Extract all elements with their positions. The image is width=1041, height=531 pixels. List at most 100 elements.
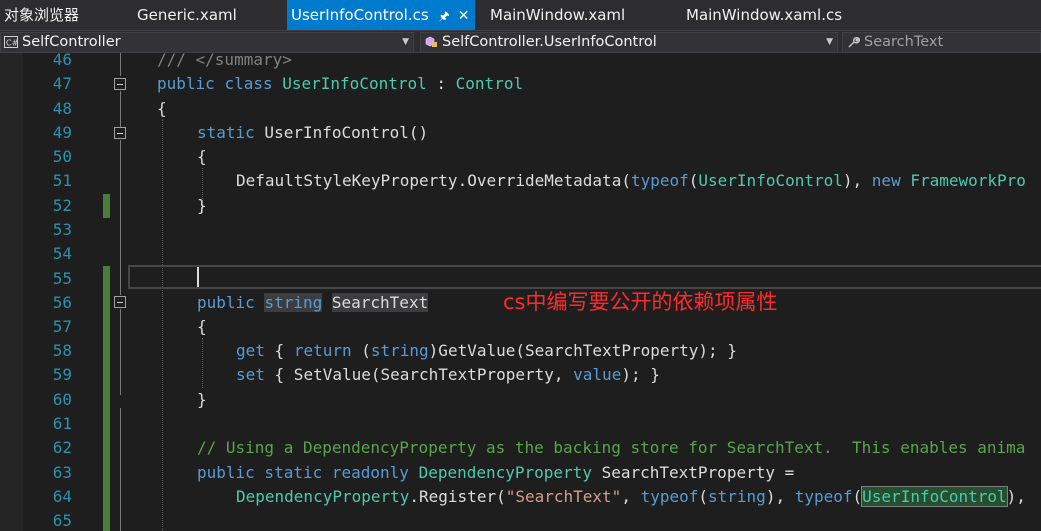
collapse-icon[interactable] — [114, 78, 126, 90]
line-number: 53 — [52, 220, 72, 239]
type-ref: FrameworkPro — [900, 171, 1026, 190]
method-call: .OverrideMetadata( — [457, 171, 631, 190]
punct: ( — [698, 487, 709, 506]
line-number: 54 — [52, 244, 72, 263]
type-ref: DependencyProperty — [418, 463, 592, 482]
fold-line — [120, 408, 121, 531]
brace: } — [197, 390, 207, 409]
brace: { — [197, 147, 207, 166]
brace: } — [197, 196, 207, 215]
keyword: get — [236, 341, 265, 360]
line-number: 56 — [52, 293, 72, 312]
red-annotation-text: cs中编写要公开的依赖项属性 — [503, 290, 778, 314]
document-tab-bar: 对象浏览器 Generic.xaml UserInfoControl.cs 🖈 ✕ … — [0, 0, 1041, 30]
fold-line — [120, 215, 121, 295]
getter-body: )GetValue(SearchTextProperty); } — [428, 341, 737, 360]
type-ref-highlighted: UserInfoControl — [861, 486, 1008, 507]
keyword: string — [370, 341, 429, 360]
tab-label: MainWindow.xaml — [490, 6, 626, 24]
brace: { — [157, 99, 167, 118]
pin-icon[interactable]: 🖈 — [439, 9, 450, 23]
code-line-64: DependencyProperty.Register("SearchText"… — [236, 485, 1026, 509]
keyword-highlighted: string — [264, 293, 323, 312]
keyword: class — [224, 74, 273, 93]
code-line-49: static UserInfoControl() — [197, 121, 428, 145]
punct: ( — [852, 487, 863, 506]
keyword: typeof — [630, 171, 689, 190]
code-line-50: { — [197, 145, 207, 169]
code-line-59: set { SetValue(SearchTextProperty, value… — [236, 363, 660, 387]
chevron-down-icon: ▼ — [826, 37, 833, 47]
close-icon[interactable]: ✕ — [458, 8, 470, 24]
punct: ), — [765, 487, 795, 506]
tab-mainwindow-xaml-cs[interactable]: MainWindow.xaml.cs — [682, 0, 846, 30]
line-number: 48 — [52, 99, 72, 118]
tab-userinfocontrol-cs[interactable]: UserInfoControl.cs 🖈 ✕ — [287, 0, 476, 30]
base-type: Control — [455, 74, 524, 93]
type-dropdown[interactable]: SelfController.UserInfoControl ▼ — [420, 32, 838, 53]
keyword: static — [197, 123, 255, 142]
navigation-bar: C# SelfController ▼ SelfController.UserI… — [0, 30, 1041, 53]
punct: ), — [1006, 487, 1026, 506]
punct: ( — [351, 341, 371, 360]
editor-margin — [0, 53, 23, 531]
code-line-60: } — [197, 388, 207, 412]
csharp-project-icon: C# — [4, 36, 18, 48]
indent-guide — [162, 119, 163, 531]
tab-label: UserInfoControl.cs — [291, 6, 429, 24]
code-editor[interactable]: 46 47 48 49 50 51 52 53 54 55 56 57 58 5… — [0, 53, 1041, 531]
line-number: 47 — [52, 74, 72, 93]
line-number: 50 — [52, 147, 72, 166]
line-number: 63 — [52, 463, 72, 482]
indent-guide — [202, 338, 203, 388]
tab-label: MainWindow.xaml.cs — [686, 6, 843, 24]
code-line-62: // Using a DependencyProperty as the bac… — [197, 436, 1025, 460]
tab-object-browser[interactable]: 对象浏览器 — [0, 0, 83, 30]
keyword: string — [708, 487, 766, 506]
tab-mainwindow-xaml[interactable]: MainWindow.xaml — [486, 0, 629, 30]
line-number: 64 — [52, 487, 72, 506]
line-number: 51 — [52, 171, 72, 190]
class-name: UserInfoControl — [282, 74, 427, 93]
brace: { — [197, 317, 207, 336]
code-line-52: } — [197, 194, 207, 218]
line-number: 46 — [52, 53, 72, 69]
comment: // Using a DependencyProperty as the bac… — [197, 438, 1026, 457]
collapse-icon[interactable] — [114, 296, 126, 308]
keyword: typeof — [794, 487, 853, 506]
fold-line — [120, 91, 121, 127]
method-call: .Register( — [409, 487, 506, 506]
line-number: 55 — [52, 269, 72, 288]
punct: ); } — [621, 365, 660, 384]
keyword: public — [157, 74, 215, 93]
keyword: set — [236, 365, 265, 384]
tab-generic-xaml[interactable]: Generic.xaml — [133, 0, 241, 30]
project-dropdown[interactable]: C# SelfController ▼ — [0, 32, 414, 53]
change-indicator — [103, 194, 110, 218]
punct: , — [621, 487, 641, 506]
line-number: 59 — [52, 365, 72, 384]
punct: ( — [688, 171, 699, 190]
tab-label: Generic.xaml — [137, 6, 237, 24]
tab-label: 对象浏览器 — [4, 6, 80, 24]
keyword: new — [871, 171, 901, 190]
ctor-signature: UserInfoControl() — [254, 123, 429, 142]
code-line-58: get { return (string)GetValue(SearchText… — [236, 339, 737, 363]
change-indicator — [103, 266, 110, 531]
string-literal: "SearchText" — [505, 487, 622, 506]
line-number: 61 — [52, 414, 72, 433]
property-name-highlighted: SearchText — [331, 293, 429, 312]
svg-text:C#: C# — [6, 39, 18, 48]
fold-line — [120, 53, 121, 76]
member-name: SearchText — [864, 34, 944, 50]
type-ref: DependencyProperty — [236, 487, 410, 506]
code-line-47: public class UserInfoControl : Control — [157, 72, 523, 96]
fold-line — [120, 140, 121, 215]
collapse-icon[interactable] — [114, 127, 126, 139]
keyword: value — [573, 365, 622, 384]
punct: : — [426, 74, 456, 93]
member-dropdown[interactable]: SearchText — [842, 32, 1041, 53]
class-icon — [425, 36, 437, 47]
line-number: 65 — [52, 511, 72, 530]
wrench-property-icon — [848, 37, 860, 48]
